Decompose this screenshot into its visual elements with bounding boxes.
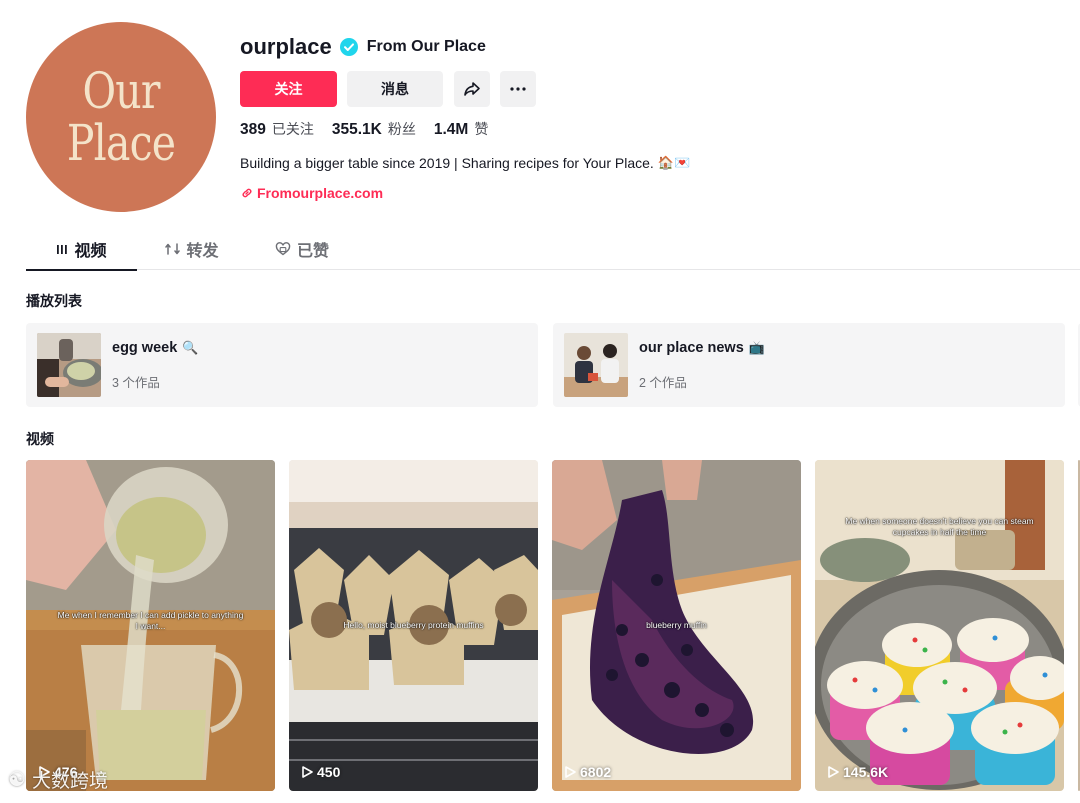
video-card[interactable]: Hello, moist blueberry protein muffins 4… [289,460,538,791]
followers-count[interactable]: 355.1K [332,121,382,139]
playlist-count: 2 个作品 [639,375,687,390]
views-text: 145.6K [843,764,889,780]
display-name: From Our Place [366,38,486,55]
action-buttons: 关注 消息 [240,71,1060,107]
watermark: ☯ 大数跨境 [8,766,108,793]
tab-liked[interactable]: 已赞 [247,228,357,270]
tab-reposts[interactable]: 转发 [137,228,247,270]
playlist-title-row: egg week 🔍 [112,340,198,356]
message-button[interactable]: 消息 [347,71,443,107]
play-icon [828,766,839,778]
playlist-title-emoji: 🔍 [182,339,199,355]
video-thumbnail [815,460,1064,791]
playlist-thumbnail [37,333,101,397]
video-caption: Me when I remember I can add pickle to a… [57,610,244,631]
video-caption: Hello, moist blueberry protein muffins [343,620,484,630]
playlist-title: egg week [112,339,178,356]
following-count[interactable]: 389 [240,121,266,139]
more-dots-icon [510,87,526,91]
playlist-meta: our place news 📺 2 个作品 [639,340,765,391]
name-row: ourplace From Our Place [240,30,1060,64]
playlist-card[interactable]: egg week 🔍 3 个作品 [26,323,538,407]
views-text: 450 [317,764,341,780]
views-text: 6802 [580,764,612,780]
repost-icon [165,243,181,255]
video-caption: blueberry muffin [646,620,707,630]
play-icon [565,766,576,778]
bio-link-text[interactable]: Fromourplace.com [257,185,383,201]
avatar-logo-line-1: Our [82,62,160,120]
video-view-count: 145.6K [827,764,888,780]
followers-label[interactable]: 粉丝 [388,119,416,139]
profile-avatar[interactable]: Our Place [26,22,216,212]
bio-link[interactable]: Fromourplace.com [240,185,1060,201]
playlist-title-row: our place news 📺 [639,340,765,356]
grid-icon [57,245,68,254]
likes-label: 赞 [474,121,489,137]
playlist-title-emoji: 📺 [748,339,765,355]
playlists-heading: 播放列表 [26,293,82,309]
playlist-thumbnail [564,333,628,397]
bio: Building a bigger table since 2019 | Sha… [240,155,1060,171]
video-card[interactable]: Me when I remember I can add pickle to a… [26,460,275,791]
video-grid: Me when I remember I can add pickle to a… [26,460,1080,791]
watermark-logo-icon: ☯ [8,769,26,791]
video-caption: Me when someone doesn't believe you can … [845,516,1034,537]
bio-emojis: 🏠💌 [657,155,691,170]
avatar-logo-line-2: Place [66,114,176,172]
likes-count: 1.4M [433,121,469,138]
tab-liked-label: 已赞 [296,243,329,260]
video-card[interactable]: Me when someone doesn't believe you can … [815,460,1064,791]
video-view-count: 450 [301,764,340,780]
tab-videos-label: 视频 [74,243,107,260]
videos-heading: 视频 [26,431,54,447]
bio-text: Building a bigger table since 2019 | Sha… [240,155,654,171]
playlist-row: egg week 🔍 3 个作品 our place news 📺 2 个作品 [26,323,1080,407]
following-label[interactable]: 已关注 [272,119,314,139]
verified-badge-icon [339,38,358,56]
profile-tabs: 视频 转发 已赞 [26,228,1080,271]
profile-info: ourplace From Our Place 关注 消息 389 已关注 35… [240,30,1060,201]
username: ourplace [240,34,332,59]
playlist-title: our place news [639,339,744,356]
stats-row: 389 已关注 355.1K 粉丝 1.4M 赞 [240,119,1060,139]
share-icon [464,82,480,96]
tab-videos[interactable]: 视频 [26,228,137,271]
video-view-count: 6802 [564,764,611,780]
link-icon [242,188,252,198]
liked-heart-icon [275,242,291,256]
tab-reposts-label: 转发 [186,243,219,260]
watermark-text: 大数跨境 [31,771,108,792]
playlist-meta: egg week 🔍 3 个作品 [112,340,198,391]
video-card[interactable]: blueberry muffin 6802 [552,460,801,791]
more-options-button[interactable] [500,71,536,107]
follow-button[interactable]: 关注 [240,71,337,107]
play-icon [302,766,313,778]
playlist-count: 3 个作品 [112,375,160,390]
share-button[interactable] [454,71,490,107]
playlist-card[interactable]: our place news 📺 2 个作品 [553,323,1065,407]
